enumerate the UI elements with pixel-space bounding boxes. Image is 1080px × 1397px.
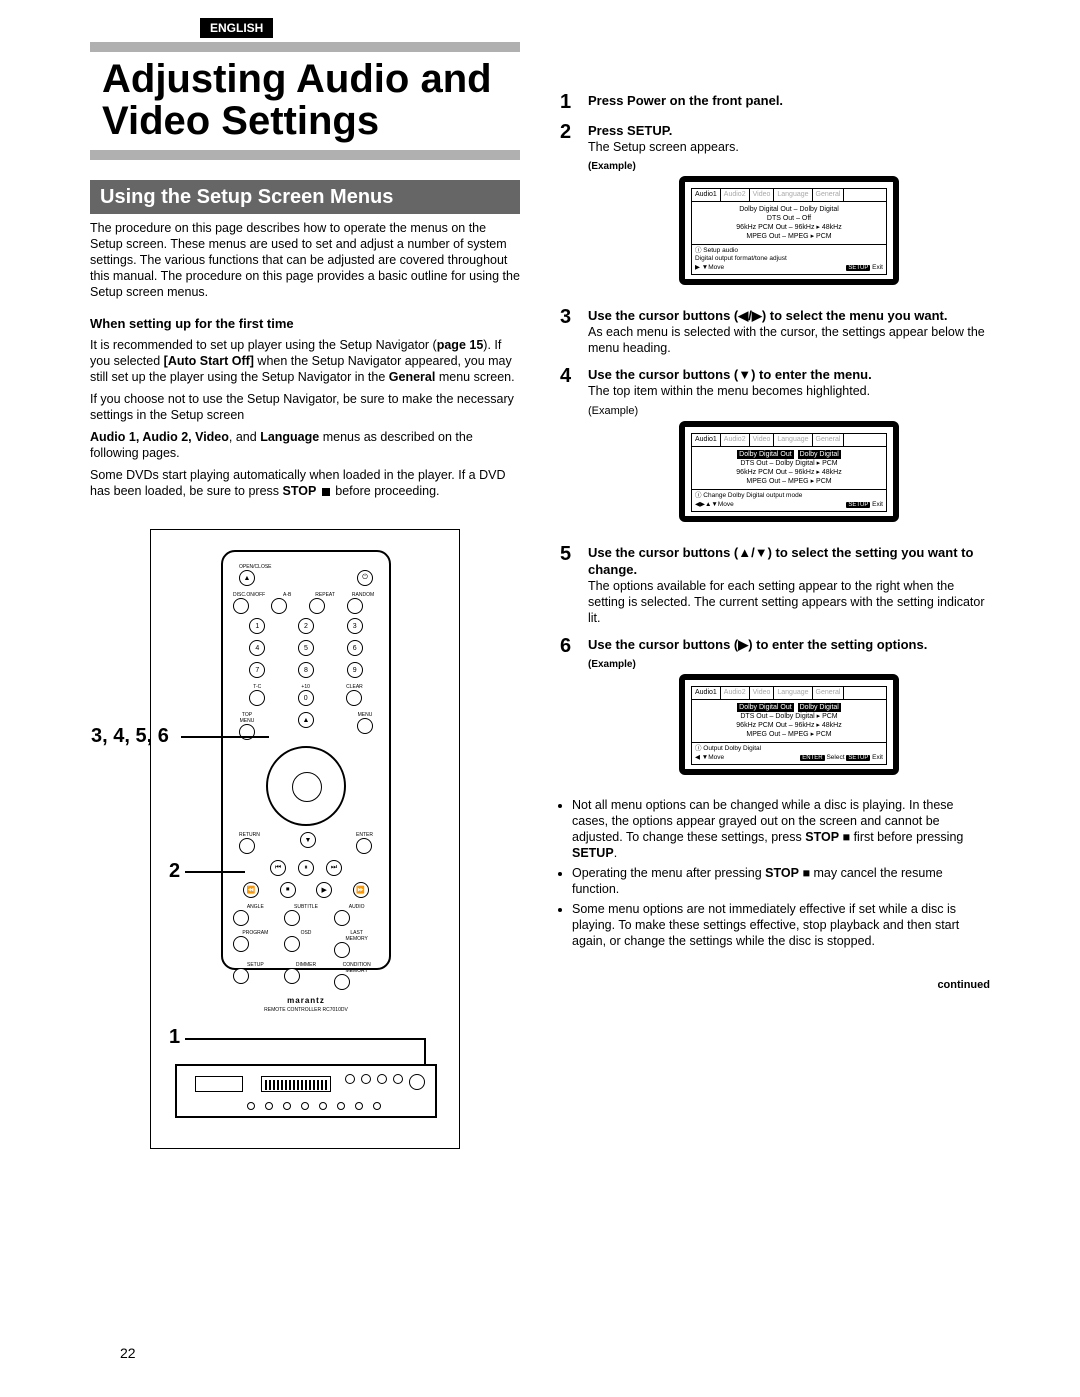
page-title: Adjusting Audio and Video Settings — [90, 52, 520, 150]
osd-tab: Video — [750, 189, 775, 201]
language-badge: ENGLISH — [200, 18, 273, 38]
remote-brand: marantz — [233, 996, 379, 1005]
osd-tab: Audio1 — [692, 189, 721, 201]
continued-label: continued — [560, 979, 990, 991]
step-number: 5 — [560, 544, 578, 626]
intro-text: The procedure on this page describes how… — [90, 220, 520, 300]
step-title: Use the cursor buttons (▲/▼) to select t… — [588, 544, 990, 578]
osd-example-2: Audio1Audio2VideoLanguageGeneralDolby Di… — [679, 176, 899, 285]
step-number: 1 — [560, 92, 578, 112]
step-title: Press SETUP. — [588, 122, 990, 139]
section-header: Using the Setup Screen Menus — [90, 180, 520, 214]
osd-tab: General — [813, 189, 845, 201]
first-time-line3: Some DVDs start playing automatically wh… — [90, 467, 520, 499]
step-title: Use the cursor buttons (▶) to enter the … — [588, 636, 990, 653]
osd-tab: Language — [774, 189, 812, 201]
step-title: Press Power on the front panel. — [588, 92, 990, 109]
step-4: 4 Use the cursor buttons (▼) to enter the… — [560, 366, 990, 534]
remote-illustration: OPEN/CLOSE▲ ⏻ DISC.ON/OFF A-B REPEAT RAN… — [150, 529, 460, 1149]
step-body: The Setup screen appears. — [588, 139, 990, 155]
note-item: Not all menu options can be changed whil… — [572, 797, 990, 861]
step-body: The top item within the menu becomes hig… — [588, 383, 990, 399]
osd-tab: Audio2 — [721, 434, 750, 446]
osd-tab: Language — [774, 434, 812, 446]
callout-2: 2 — [169, 860, 180, 883]
first-time-line2: If you choose not to use the Setup Navig… — [90, 391, 520, 423]
example-label: (Example) — [588, 161, 990, 172]
step-body: The options available for each setting a… — [588, 578, 990, 626]
osd-tab: General — [813, 687, 845, 699]
first-time-header: When setting up for the first time — [90, 316, 520, 331]
step-1: 1 Press Power on the front panel. — [560, 92, 990, 112]
step-title: Use the cursor buttons (◀/▶) to select t… — [588, 307, 990, 324]
osd-tab: Audio2 — [721, 687, 750, 699]
step-5: 5 Use the cursor buttons (▲/▼) to select … — [560, 544, 990, 626]
callout-3456: 3, 4, 5, 6 — [91, 725, 169, 748]
remote-body: OPEN/CLOSE▲ ⏻ DISC.ON/OFF A-B REPEAT RAN… — [221, 550, 391, 970]
step-3: 3 Use the cursor buttons (◀/▶) to select … — [560, 307, 990, 356]
first-time-body: It is recommended to set up player using… — [90, 337, 520, 385]
osd-tab: Audio2 — [721, 189, 750, 201]
osd-tab: Language — [774, 687, 812, 699]
notes-list: Not all menu options can be changed whil… — [572, 797, 990, 949]
step-2: 2 Press SETUP.The Setup screen appears. (E… — [560, 122, 990, 297]
osd-example-6: Audio1Audio2VideoLanguageGeneralDolby Di… — [679, 674, 899, 775]
osd-tab: Video — [750, 687, 775, 699]
page-number: 22 — [120, 1345, 136, 1361]
nav-ring-icon — [266, 746, 346, 826]
step-number: 2 — [560, 122, 578, 297]
note-item: Operating the menu after pressing STOP ■… — [572, 865, 990, 897]
first-time-menus: Audio 1, Audio 2, Video, and Language me… — [90, 429, 520, 461]
note-item: Some menu options are not immediately ef… — [572, 901, 990, 949]
step-number: 6 — [560, 636, 578, 787]
osd-tab: General — [813, 434, 845, 446]
osd-tab: Video — [750, 434, 775, 446]
player-illustration — [175, 1064, 437, 1118]
osd-tab: Audio1 — [692, 687, 721, 699]
example-label: (Example) — [588, 659, 990, 670]
step-title: Use the cursor buttons (▼) to enter the … — [588, 366, 990, 383]
osd-tab: Audio1 — [692, 434, 721, 446]
step-number: 4 — [560, 366, 578, 534]
remote-model: REMOTE CONTROLLER RC7010DV — [233, 1007, 379, 1013]
step-body: As each menu is selected with the cursor… — [588, 324, 990, 356]
step-6: 6 Use the cursor buttons (▶) to enter the… — [560, 636, 990, 787]
step-number: 3 — [560, 307, 578, 356]
callout-1: 1 — [169, 1026, 180, 1049]
osd-example-4: Audio1Audio2VideoLanguageGeneralDolby Di… — [679, 421, 899, 522]
example-label: (Example) — [588, 405, 990, 417]
